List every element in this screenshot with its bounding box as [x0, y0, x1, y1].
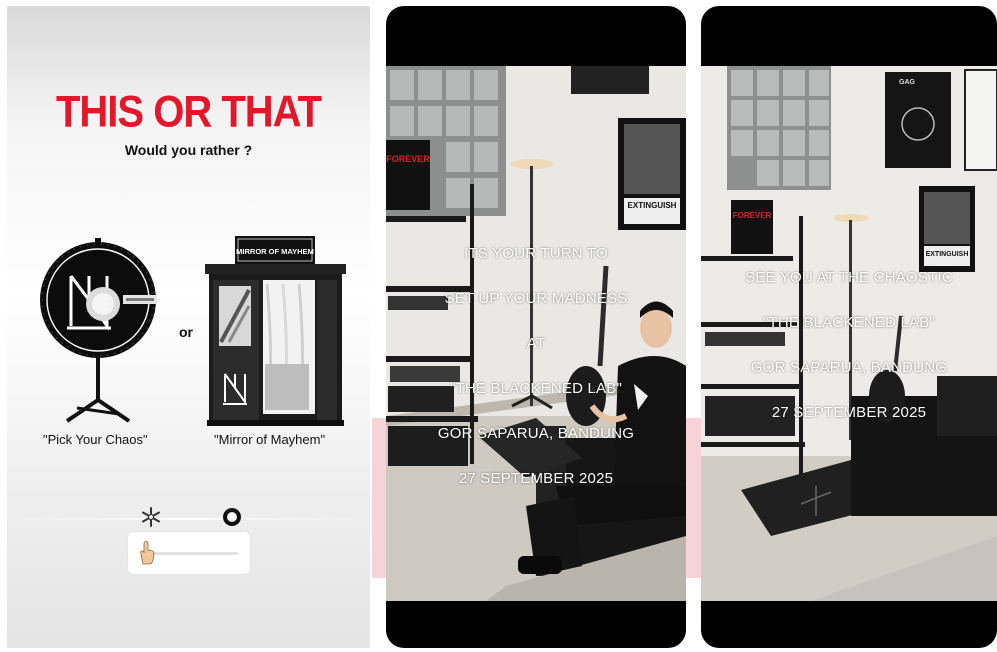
option-a-label: "Pick Your Chaos" — [43, 432, 148, 447]
caption-line: 27 SEPTEMBER 2025 — [771, 404, 927, 421]
emoji-slider[interactable] — [128, 532, 250, 574]
poll-title: THIS OR THAT — [55, 87, 322, 137]
screenshot-collage: THIS OR THAT Would you rather ? or MIRRO… — [0, 0, 997, 652]
option-b-photobooth-image[interactable]: MIRROR OF MAYHEM — [203, 234, 348, 429]
story-panel-invite: GAG EXTINGUISH FOREVER SEE YOU AT THE CH… — [701, 6, 997, 648]
slider-track[interactable] — [146, 552, 238, 555]
snowflake-icon — [140, 506, 162, 528]
poll-story-panel: THIS OR THAT Would you rather ? or MIRRO… — [7, 6, 370, 648]
frame-top-text: GAG — [899, 79, 916, 86]
option-a-wheel-image[interactable] — [37, 238, 159, 428]
poster-text: FOREVER — [733, 211, 772, 220]
caption-line: GOR SAPARUA, BANDUNG — [750, 359, 948, 376]
frame-text: EXTINGUISH — [628, 201, 677, 210]
caption-line: ITS YOUR TURN TO — [464, 245, 608, 262]
or-label: or — [179, 324, 193, 340]
caption-line: AT — [526, 335, 546, 352]
caption-line: "THE BLACKENED LAB" — [762, 314, 935, 331]
poster-text: FOREVER — [386, 154, 430, 164]
caption-line: "THE BLACKENED LAB" — [449, 380, 622, 397]
story-panel-setup: EXTINGUISH FOREVER ITS YOUR TURN TO SET … — [386, 6, 686, 648]
story-2-caption: ITS YOUR TURN TO SET UP YOUR MADNESS AT … — [386, 216, 686, 516]
caption-line: SEE YOU AT THE CHAOSTIC — [745, 269, 953, 286]
caption-line: 27 SEPTEMBER 2025 — [458, 470, 614, 487]
ring-icon — [221, 506, 243, 528]
booth-sign-text: MIRROR OF MAYHEM — [236, 247, 314, 256]
caption-line: GOR SAPARUA, BANDUNG — [437, 425, 635, 442]
option-b-label: "Mirror of Mayhem" — [214, 432, 326, 447]
hand-pointer-icon[interactable] — [136, 540, 158, 566]
framed-poster: EXTINGUISH — [618, 118, 686, 230]
divider — [7, 518, 370, 520]
caption-line: SET UP YOUR MADNESS — [444, 290, 628, 307]
poll-subtitle: Would you rather ? — [124, 142, 253, 158]
story-3-caption: SEE YOU AT THE CHAOSTIC "THE BLACKENED L… — [701, 240, 997, 450]
